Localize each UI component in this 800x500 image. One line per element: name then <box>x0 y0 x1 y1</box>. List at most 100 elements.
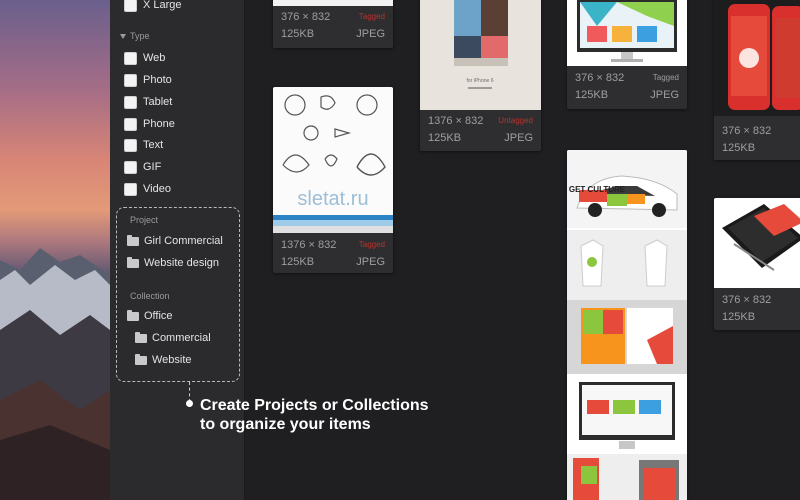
thumbnail-image: GET CULTURE <box>567 150 687 500</box>
folder-label: Girl Commercial <box>144 235 223 247</box>
checkbox[interactable] <box>124 51 137 65</box>
filter-type-phone[interactable]: Phone <box>124 114 175 134</box>
checkbox[interactable] <box>124 117 137 131</box>
tag-status: Tagged <box>652 73 679 82</box>
thumbnail-image <box>714 0 800 116</box>
checkbox[interactable] <box>124 0 137 12</box>
tag-status: Tagged <box>358 240 385 249</box>
checkbox[interactable] <box>124 182 137 196</box>
image-dimensions: 376 × 832 <box>281 10 331 23</box>
file-size: 125KB <box>281 27 315 40</box>
grid-item-card[interactable]: 376 × 832 Tagged 125KB JPEG <box>567 0 687 109</box>
callout-dot <box>186 400 193 407</box>
app-window: X Large Type Web Photo Tablet Phone Text… <box>0 0 800 500</box>
checkbox[interactable] <box>124 73 137 87</box>
filter-type-gif[interactable]: GIF <box>124 157 161 177</box>
filter-label: X Large <box>143 0 182 11</box>
disclosure-triangle-icon <box>120 33 126 39</box>
filter-size-xlarge[interactable]: X Large <box>124 0 182 15</box>
filter-label: Video <box>143 183 171 195</box>
thumbnail-image <box>273 0 393 6</box>
filter-type-text[interactable]: Text <box>124 135 163 155</box>
checkbox[interactable] <box>124 160 137 174</box>
filter-type-video[interactable]: Video <box>124 179 171 199</box>
thumb-caption: for iPhone 6 <box>467 78 494 84</box>
filter-label: Tablet <box>143 96 173 108</box>
red-phones-illustration <box>728 4 800 110</box>
collection-item-commercial[interactable]: Commercial <box>135 329 211 347</box>
type-section-header[interactable]: Type <box>120 31 150 41</box>
file-format: JPEG <box>504 131 533 144</box>
feature-tagline: Create Projects or Collections to organi… <box>200 396 429 434</box>
section-title: Type <box>130 31 150 41</box>
image-dimensions: 376 × 832 <box>722 124 772 137</box>
card-meta: 1376 × 832 Untagged 125KB JPEG <box>420 112 541 151</box>
file-format: JPEG <box>650 88 679 101</box>
collection-section-title: Collection <box>130 291 170 301</box>
collection-item-website[interactable]: Website <box>135 351 192 369</box>
file-format: JPEG <box>356 27 385 40</box>
thumbnail-image <box>567 0 687 66</box>
file-format: JPEG <box>356 255 385 268</box>
filter-label: GIF <box>143 161 162 173</box>
filter-label: Phone <box>143 118 175 130</box>
grid-item-card[interactable]: 376 × 832 125KB <box>714 198 800 330</box>
grid-item-card[interactable]: 376 × 832 Tagged 125KB JPEG <box>273 0 393 48</box>
folder-label: Office <box>144 310 173 322</box>
folder-label: Website design <box>144 257 220 269</box>
monitor-website-illustration <box>577 0 677 62</box>
black-phone-illustration <box>722 204 800 271</box>
tag-status: Tagged <box>358 12 385 21</box>
callout-connector <box>189 382 190 402</box>
grid-item-card[interactable]: GET CULTURE <box>567 150 687 500</box>
thumb-text: GET CULTURE <box>569 185 626 194</box>
grid-item-card[interactable]: for iPhone 6 1376 × 832 Untagged 125KB JPE… <box>420 0 541 151</box>
filter-type-photo[interactable]: Photo <box>124 70 172 90</box>
branding-collage-illustration: GET CULTURE <box>567 150 687 500</box>
file-size: 125KB <box>281 255 315 268</box>
tag-status: Untagged <box>498 116 533 125</box>
card-meta: 376 × 832 Tagged 125KB JPEG <box>567 69 687 109</box>
phone-cases-illustration: for iPhone 6 <box>454 0 508 89</box>
filter-label: Photo <box>143 74 172 86</box>
filter-label: Text <box>143 139 164 151</box>
folder-label: Website <box>152 354 192 366</box>
mountain-image <box>0 248 110 500</box>
image-dimensions: 1376 × 832 <box>428 114 484 127</box>
card-meta: 376 × 832 125KB <box>714 291 800 330</box>
image-dimensions: 376 × 832 <box>722 293 772 306</box>
thumbnail-image: for iPhone 6 <box>420 0 541 110</box>
folder-icon <box>135 353 147 365</box>
project-item-website-design[interactable]: Website design <box>127 254 219 272</box>
logo-sketches-illustration: sletat.ru <box>273 94 393 233</box>
folder-icon <box>127 309 139 321</box>
filter-label: Web <box>143 52 166 64</box>
card-meta: 1376 × 832 Tagged 125KB JPEG <box>273 236 393 273</box>
checkbox[interactable] <box>124 138 137 152</box>
folder-icon <box>127 256 139 268</box>
thumbnail-image <box>714 198 800 288</box>
folder-label: Commercial <box>152 332 211 344</box>
project-section-title: Project <box>130 215 159 225</box>
collection-item-office[interactable]: Office <box>127 307 173 325</box>
file-size: 125KB <box>722 310 756 323</box>
file-size: 125KB <box>575 88 609 101</box>
file-size: 125KB <box>722 141 756 154</box>
checkbox[interactable] <box>124 95 137 109</box>
folder-icon <box>135 331 147 343</box>
image-dimensions: 376 × 832 <box>575 71 625 84</box>
card-meta: 376 × 832 Tagged 125KB JPEG <box>273 8 393 48</box>
file-size: 125KB <box>428 131 462 144</box>
tagline-line-1: Create Projects or Collections <box>200 397 429 414</box>
card-meta: 376 × 832 125KB <box>714 122 800 160</box>
filter-type-web[interactable]: Web <box>124 48 165 68</box>
desktop-wallpaper <box>0 0 110 500</box>
tagline-line-2: to organize your items <box>200 416 371 433</box>
grid-item-card[interactable]: sletat.ru 1376 × 832 Tagged 125KB JPEG <box>273 87 393 273</box>
project-item-girl-commercial[interactable]: Girl Commercial <box>127 232 223 250</box>
thumb-text: sletat.ru <box>297 188 368 210</box>
image-dimensions: 1376 × 832 <box>281 238 337 251</box>
filter-type-tablet[interactable]: Tablet <box>124 92 172 112</box>
grid-item-card[interactable]: 376 × 832 125KB <box>714 0 800 160</box>
thumbnail-image: sletat.ru <box>273 87 393 233</box>
